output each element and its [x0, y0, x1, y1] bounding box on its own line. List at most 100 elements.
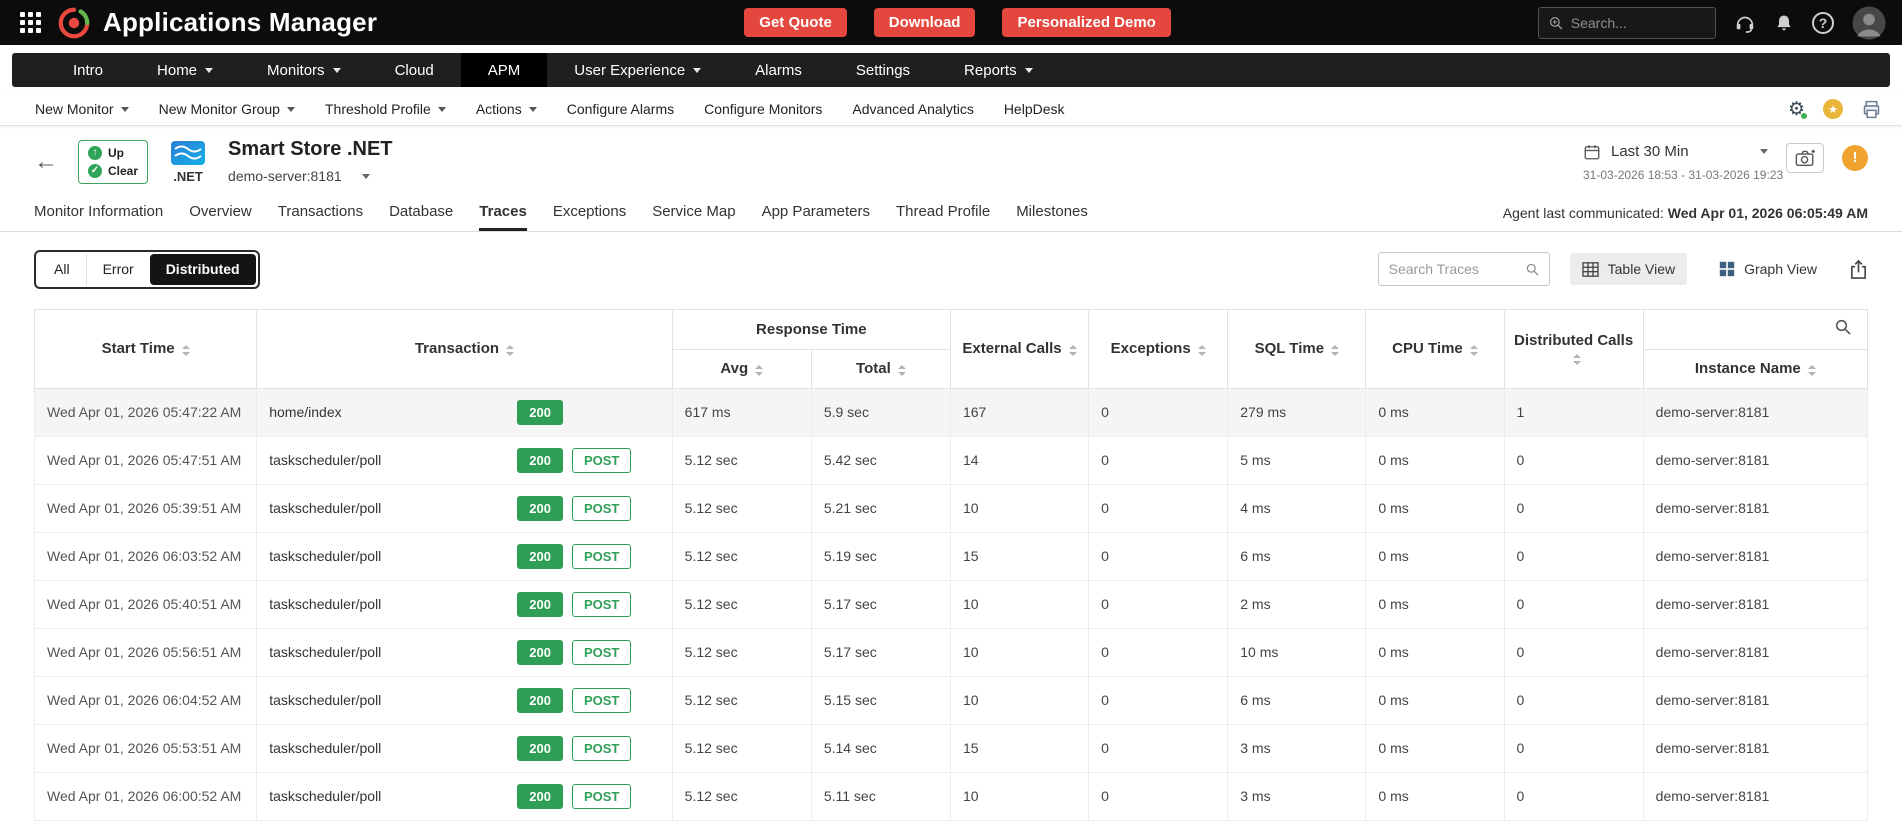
nav-item[interactable]: Cloud: [368, 53, 461, 87]
sort-icon[interactable]: [182, 345, 190, 356]
submenu-item[interactable]: Threshold Profile: [310, 101, 461, 117]
sort-icon[interactable]: [1198, 345, 1206, 356]
nav-item[interactable]: User Experience: [547, 53, 728, 87]
transaction-name[interactable]: taskscheduler/poll: [269, 548, 517, 564]
cell-exceptions: 0: [1089, 436, 1228, 484]
screenshot-camera-button[interactable]: [1786, 143, 1824, 173]
global-search[interactable]: [1538, 7, 1716, 39]
transaction-name[interactable]: taskscheduler/poll: [269, 788, 517, 804]
nav-item[interactable]: Monitors: [240, 53, 368, 87]
column-header-external-calls[interactable]: External Calls: [950, 309, 1088, 388]
transaction-name[interactable]: taskscheduler/poll: [269, 740, 517, 756]
column-header-transaction[interactable]: Transaction: [257, 309, 672, 388]
nav-item[interactable]: Alarms: [728, 53, 829, 87]
nav-item[interactable]: Intro: [46, 53, 130, 87]
sort-icon[interactable]: [506, 345, 514, 356]
back-button[interactable]: ←: [34, 150, 58, 174]
submenu-item[interactable]: Configure Alarms: [552, 101, 689, 117]
table-view-toggle[interactable]: Table View: [1570, 253, 1687, 285]
settings-gear-icon[interactable]: ⚙: [1788, 100, 1805, 119]
instance-selector[interactable]: demo-server:8181: [228, 168, 370, 184]
cell-cpu-time: 0 ms: [1366, 628, 1504, 676]
table-row[interactable]: Wed Apr 01, 2026 05:39:51 AM taskschedul…: [35, 484, 1868, 532]
support-headset-icon[interactable]: [1734, 12, 1756, 34]
tab[interactable]: Traces: [479, 194, 527, 231]
transaction-name[interactable]: taskscheduler/poll: [269, 500, 517, 516]
get-quote-button[interactable]: Get Quote: [744, 8, 847, 37]
apps-grid-icon[interactable]: [16, 8, 45, 37]
http-method-badge: POST: [572, 496, 631, 521]
sort-icon[interactable]: [755, 365, 763, 376]
time-range-selector[interactable]: Last 30 Min 31-03-2026 18:53 - 31-03-202…: [1583, 143, 1768, 182]
notifications-bell-icon[interactable]: [1774, 12, 1794, 34]
column-header-sql-time[interactable]: SQL Time: [1228, 309, 1366, 388]
trace-search-input[interactable]: [1389, 261, 1518, 277]
tab[interactable]: Exceptions: [553, 194, 626, 231]
transaction-name[interactable]: home/index: [269, 404, 517, 420]
print-icon[interactable]: [1861, 99, 1882, 120]
table-row[interactable]: Wed Apr 01, 2026 06:00:52 AM taskschedul…: [35, 772, 1868, 820]
warning-icon[interactable]: !: [1842, 145, 1868, 171]
sort-icon[interactable]: [898, 365, 906, 376]
tab[interactable]: App Parameters: [762, 194, 870, 231]
global-search-input[interactable]: [1571, 15, 1705, 31]
column-header-total[interactable]: Total: [811, 349, 950, 388]
table-row[interactable]: Wed Apr 01, 2026 05:56:51 AM taskschedul…: [35, 628, 1868, 676]
table-row[interactable]: Wed Apr 01, 2026 05:40:51 AM taskschedul…: [35, 580, 1868, 628]
column-header-instance-name[interactable]: Instance Name: [1643, 349, 1867, 388]
search-plus-icon: [1549, 15, 1563, 31]
tab[interactable]: Overview: [189, 194, 252, 231]
column-header-distributed-calls[interactable]: Distributed Calls: [1504, 309, 1643, 388]
transaction-name[interactable]: taskscheduler/poll: [269, 452, 517, 468]
sort-icon[interactable]: [1069, 345, 1077, 356]
tab[interactable]: Thread Profile: [896, 194, 990, 231]
transaction-name[interactable]: taskscheduler/poll: [269, 596, 517, 612]
tab[interactable]: Milestones: [1016, 194, 1088, 231]
monitor-header-tools: Last 30 Min 31-03-2026 18:53 - 31-03-202…: [1583, 143, 1868, 182]
submenu-item[interactable]: New Monitor Group: [144, 101, 310, 117]
submenu-item[interactable]: New Monitor: [20, 101, 144, 117]
table-row[interactable]: Wed Apr 01, 2026 05:47:51 AM taskschedul…: [35, 436, 1868, 484]
submenu-item[interactable]: HelpDesk: [989, 101, 1080, 117]
tab[interactable]: Transactions: [278, 194, 363, 231]
nav-item[interactable]: Reports: [937, 53, 1060, 87]
cell-exceptions: 0: [1089, 676, 1228, 724]
table-row[interactable]: Wed Apr 01, 2026 06:04:52 AM taskschedul…: [35, 676, 1868, 724]
tab[interactable]: Monitor Information: [34, 194, 163, 231]
upgrade-icon[interactable]: ★: [1823, 99, 1843, 119]
submenu-item[interactable]: Advanced Analytics: [837, 101, 988, 117]
user-avatar[interactable]: [1852, 6, 1886, 40]
sort-icon[interactable]: [1573, 354, 1581, 365]
table-row[interactable]: Wed Apr 01, 2026 05:47:22 AM home/index …: [35, 388, 1868, 436]
trace-filter[interactable]: Distributed: [150, 254, 256, 285]
column-header-exceptions[interactable]: Exceptions: [1089, 309, 1228, 388]
table-column-search-button[interactable]: [1643, 309, 1867, 349]
column-header-cpu-time[interactable]: CPU Time: [1366, 309, 1504, 388]
export-share-icon[interactable]: [1849, 259, 1868, 280]
personalized-demo-button[interactable]: Personalized Demo: [1002, 8, 1170, 37]
download-button[interactable]: Download: [874, 8, 976, 37]
availability-status[interactable]: ↑ Up: [88, 146, 138, 160]
nav-item[interactable]: Home: [130, 53, 240, 87]
nav-item[interactable]: Settings: [829, 53, 937, 87]
column-header-start-time[interactable]: Start Time: [35, 309, 257, 388]
table-row[interactable]: Wed Apr 01, 2026 05:53:51 AM taskschedul…: [35, 724, 1868, 772]
submenu-item[interactable]: Actions: [461, 101, 552, 117]
column-header-avg[interactable]: Avg: [672, 349, 811, 388]
trace-filter[interactable]: Error: [86, 254, 150, 285]
trace-filter[interactable]: All: [38, 254, 86, 285]
tab[interactable]: Service Map: [652, 194, 735, 231]
table-row[interactable]: Wed Apr 01, 2026 06:03:52 AM taskschedul…: [35, 532, 1868, 580]
sort-icon[interactable]: [1470, 345, 1478, 356]
graph-view-toggle[interactable]: Graph View: [1707, 253, 1829, 285]
transaction-name[interactable]: taskscheduler/poll: [269, 692, 517, 708]
help-icon[interactable]: ?: [1812, 12, 1834, 34]
submenu-item[interactable]: Configure Monitors: [689, 101, 837, 117]
trace-search[interactable]: [1378, 252, 1550, 286]
sort-icon[interactable]: [1331, 345, 1339, 356]
nav-item[interactable]: APM: [461, 53, 548, 87]
tab[interactable]: Database: [389, 194, 453, 231]
sort-icon[interactable]: [1808, 365, 1816, 376]
transaction-name[interactable]: taskscheduler/poll: [269, 644, 517, 660]
health-status[interactable]: ✓ Clear: [88, 164, 138, 178]
